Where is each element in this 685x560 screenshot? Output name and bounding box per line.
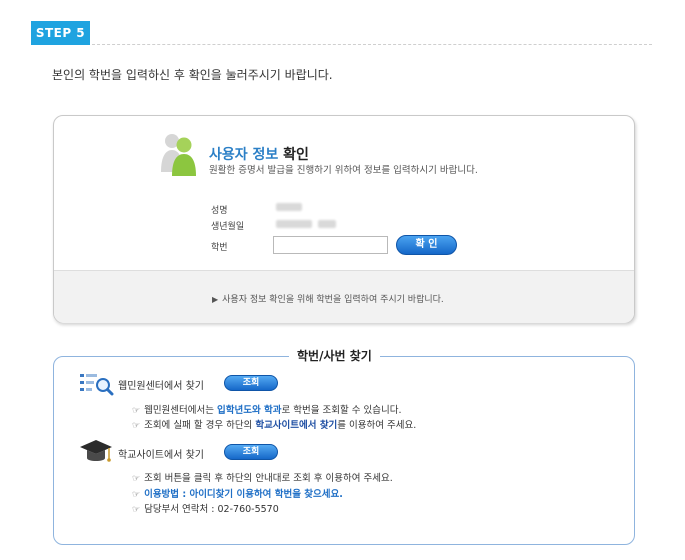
- webmin-line-1c: 로 학번을 조회할 수 있습니다.: [281, 405, 402, 416]
- birth-value-redacted-2: [318, 220, 336, 228]
- webmin-line-1: ☞ 웹민원센터에서는 입학년도와 학과로 학번을 조회할 수 있습니다.: [132, 402, 402, 416]
- school-line-2-text: 이용방법 : 아이디찾기 이용하여 학번을 찾으세요.: [144, 489, 343, 500]
- verify-title: 사용자 정보 확인: [209, 144, 309, 164]
- verify-hint-text: 사용자 정보 확인을 위해 학번을 입력하여 주시기 바랍니다.: [222, 295, 444, 305]
- school-line-1: ☞ 조회 버튼을 클릭 후 하단의 안내대로 조회 후 이용하여 주세요.: [132, 470, 393, 484]
- graduation-cap-icon: [80, 440, 112, 462]
- student-no-input[interactable]: [273, 236, 388, 254]
- triangle-right-icon: ▶: [212, 295, 219, 304]
- pointer-icon: ☞: [132, 474, 141, 484]
- users-icon: [161, 134, 196, 176]
- name-value-redacted: [276, 203, 302, 211]
- step-divider: [92, 44, 652, 45]
- school-line-3: ☞ 담당부서 연락처 : 02-760-5570: [132, 501, 279, 515]
- student-no-label: 학번: [211, 243, 228, 253]
- school-line-1-text: 조회 버튼을 클릭 후 하단의 안내대로 조회 후 이용하여 주세요.: [144, 473, 393, 484]
- school-line-3-text: 담당부서 연락처 : 02-760-5570: [144, 504, 279, 515]
- school-line-2: ☞ 이용방법 : 아이디찾기 이용하여 학번을 찾으세요.: [132, 486, 343, 500]
- webmin-line-2c: 를 이용하여 주세요.: [337, 420, 417, 431]
- webmin-line-1a: 웹민원센터에서는: [144, 405, 218, 416]
- pointer-icon: ☞: [132, 406, 141, 416]
- pointer-icon: ☞: [132, 490, 141, 500]
- name-label: 성명: [211, 206, 228, 216]
- find-id-title: 학번/사번 찾기: [289, 347, 380, 364]
- school-lookup-button[interactable]: 조회: [224, 444, 278, 460]
- confirm-button[interactable]: 확 인: [396, 235, 457, 255]
- verify-title-dark: 확인: [278, 147, 309, 163]
- verify-hint: ▶ 사용자 정보 확인을 위해 학번을 입력하여 주시기 바랍니다.: [212, 292, 444, 305]
- webmin-lookup-button[interactable]: 조회: [224, 375, 278, 391]
- birth-value-redacted: [276, 220, 312, 228]
- pointer-icon: ☞: [132, 505, 141, 515]
- birth-label: 생년월일: [211, 222, 245, 232]
- verify-title-blue: 사용자 정보: [209, 147, 279, 163]
- verify-subtitle: 원활한 증명서 발급을 진행하기 위하여 정보를 입력하시기 바랍니다.: [209, 165, 478, 176]
- webmin-line-1b: 입학년도와 학과: [217, 405, 282, 416]
- step-badge: STEP 5: [31, 21, 90, 45]
- webmin-line-2: ☞ 조회에 실패 할 경우 하단의 학교사이트에서 찾기를 이용하여 주세요.: [132, 417, 416, 431]
- school-title: 학교사이트에서 찾기: [118, 450, 204, 461]
- webmin-line-2a: 조회에 실패 할 경우 하단의: [144, 420, 256, 431]
- pointer-icon: ☞: [132, 421, 141, 431]
- webmin-line-2b: 학교사이트에서 찾기: [255, 420, 338, 431]
- search-list-icon: [80, 374, 114, 396]
- webmin-title: 웹민원센터에서 찾기: [118, 381, 204, 392]
- intro-text: 본인의 학번을 입력하신 후 확인을 눌러주시기 바랍니다.: [52, 68, 333, 82]
